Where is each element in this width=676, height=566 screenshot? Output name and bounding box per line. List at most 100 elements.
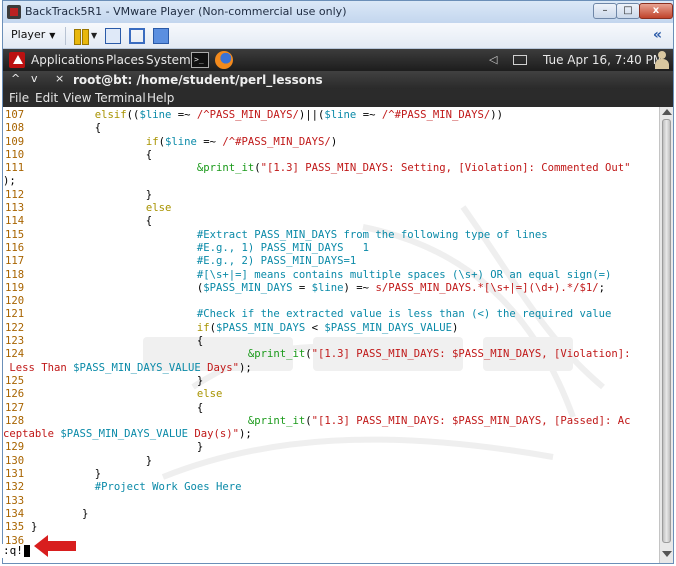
menu-terminal[interactable]: Terminal: [95, 91, 146, 105]
chevron-down-icon[interactable]: v: [31, 72, 38, 85]
code-token-variable: $PASS_MIN_DAYS_VALUE: [324, 321, 452, 334]
line-number: 123: [5, 335, 25, 348]
code-token-string: s/PASS_MIN_DAYS.*[\s+|=](\d+).*/$1/: [375, 281, 599, 294]
code-line: 111 &print_it("[1.3] PASS_MIN_DAYS: Sett…: [3, 162, 659, 175]
code-token-variable: $line: [324, 109, 357, 121]
code-token-plain: ): [330, 135, 338, 148]
code-token-string: "[1.3] PASS_MIN_DAYS: Setting, [Violatio…: [260, 162, 631, 175]
code-line: 133: [3, 495, 659, 508]
code-token-plain: =~: [171, 109, 197, 121]
line-number: 122: [5, 321, 25, 334]
code-line: 119 ($PASS_MIN_DAYS = $line) =~ s/PASS_M…: [3, 282, 659, 295]
code-token-variable: $PASS_MIN_DAYS_VALUE: [60, 428, 188, 441]
menu-view[interactable]: View: [63, 91, 91, 105]
code-token-plain: <: [305, 321, 325, 334]
scroll-down-arrow-icon[interactable]: [662, 551, 672, 557]
line-number: 132: [5, 481, 25, 494]
code-token-comment: #E.g., 2) PASS_MIN_DAYS=1: [196, 255, 357, 268]
code-line: 120: [3, 295, 659, 308]
volume-icon[interactable]: ◁: [489, 53, 497, 66]
code-line: Less Than $PASS_MIN_DAYS_VALUE Days");: [3, 362, 659, 375]
unity-mode-icon[interactable]: [153, 28, 169, 44]
menu-file[interactable]: File: [9, 91, 29, 105]
vmware-titlebar: BackTrack5R1 - VMware Player (Non-commer…: [3, 1, 673, 23]
backtrack-logo-icon[interactable]: [9, 52, 25, 68]
line-number: 118: [5, 268, 25, 281]
fullscreen-icon[interactable]: [129, 28, 145, 44]
code-token-keyword: else: [145, 202, 172, 215]
code-line: );: [3, 175, 659, 188]
code-token-function: &print_it: [196, 162, 255, 175]
code-line: 115 #Extract PASS_MIN_DAYS from the foll…: [3, 229, 659, 242]
chevron-up-icon[interactable]: ^: [11, 72, 20, 85]
code-token-variable: $line: [139, 109, 172, 121]
code-line: 125 }: [3, 375, 659, 388]
line-number: 131: [5, 468, 25, 481]
code-token-plain: ) =~: [343, 281, 376, 294]
code-line: ceptable $PASS_MIN_DAYS_VALUE Day(s)");: [3, 428, 659, 441]
code-token-plain: );: [239, 361, 252, 374]
terminal-launcher-icon[interactable]: >_: [191, 52, 209, 68]
scroll-up-arrow-icon[interactable]: [662, 109, 672, 115]
minimize-button[interactable]: –: [593, 3, 617, 19]
menu-applications[interactable]: Applications: [31, 53, 104, 67]
terminal-titlebar: ^ v × root@bt: /home/student/perl_lesson…: [3, 71, 673, 89]
code-token-comment: #Extract PASS_MIN_DAYS from the followin…: [196, 228, 548, 241]
user-icon[interactable]: [655, 51, 669, 69]
code-lines: 107 elsif(($line =~ /^PASS_MIN_DAYS/)||(…: [3, 109, 659, 548]
code-token-variable: $line: [311, 281, 344, 294]
code-line: 113 else: [3, 202, 659, 215]
double-chevron-left-icon[interactable]: «: [653, 27, 662, 43]
code-line: 107 elsif(($line =~ /^PASS_MIN_DAYS/)||(…: [3, 109, 659, 122]
code-token-string: Less Than: [3, 361, 74, 374]
vertical-scrollbar[interactable]: [659, 107, 673, 563]
scroll-thumb[interactable]: [662, 119, 671, 543]
menu-edit[interactable]: Edit: [35, 91, 58, 105]
code-token-plain: {: [31, 148, 153, 161]
code-token-comment: #[\s+|=] means contains multiple spaces …: [196, 268, 612, 281]
code-token-plain: )): [490, 109, 504, 121]
code-token-keyword: elsif: [94, 109, 127, 121]
line-number: 124: [5, 348, 25, 361]
menu-system[interactable]: System: [146, 53, 191, 67]
text-cursor: [24, 545, 30, 557]
red-arrow-icon: [34, 535, 76, 557]
menu-help[interactable]: Help: [147, 91, 174, 105]
code-line: 123 {: [3, 335, 659, 348]
code-token-plain: );: [3, 175, 16, 188]
code-token-variable: $PASS_MIN_DAYS: [215, 321, 306, 334]
menu-places[interactable]: Places: [106, 53, 144, 67]
line-number: 115: [5, 228, 25, 241]
code-token-plain: );: [239, 428, 252, 441]
code-token-string: "[1.3] PASS_MIN_DAYS: $PASS_MIN_DAYS, [V…: [311, 348, 631, 361]
line-number: 127: [5, 401, 25, 414]
player-menu-button[interactable]: Player ▼: [11, 28, 55, 41]
line-number: 107: [5, 109, 25, 121]
line-number: 114: [5, 215, 25, 228]
close-icon[interactable]: ×: [55, 72, 64, 85]
close-button[interactable]: x: [639, 3, 673, 19]
line-number: 134: [5, 507, 25, 520]
mail-icon[interactable]: [513, 55, 527, 65]
pause-icon[interactable]: [73, 28, 89, 45]
code-token-keyword: if: [145, 135, 159, 148]
send-ctrl-alt-del-icon[interactable]: [105, 28, 121, 44]
panel-clock[interactable]: Tue Apr 16, 7:40 PM: [543, 53, 663, 67]
line-number: 129: [5, 441, 25, 454]
terminal-editor-area[interactable]: 107 elsif(($line =~ /^PASS_MIN_DAYS/)||(…: [3, 107, 659, 563]
terminal-menubar: File Edit View Terminal Help: [3, 89, 673, 107]
code-line: 126 else: [3, 388, 659, 401]
firefox-icon[interactable]: [215, 51, 233, 69]
chevron-down-icon[interactable]: ▼: [91, 31, 97, 40]
code-token-plain: }: [31, 441, 204, 454]
maximize-button[interactable]: □: [616, 3, 640, 19]
line-number: 119: [5, 281, 25, 294]
vim-command-line[interactable]: :q!: [0, 544, 656, 558]
